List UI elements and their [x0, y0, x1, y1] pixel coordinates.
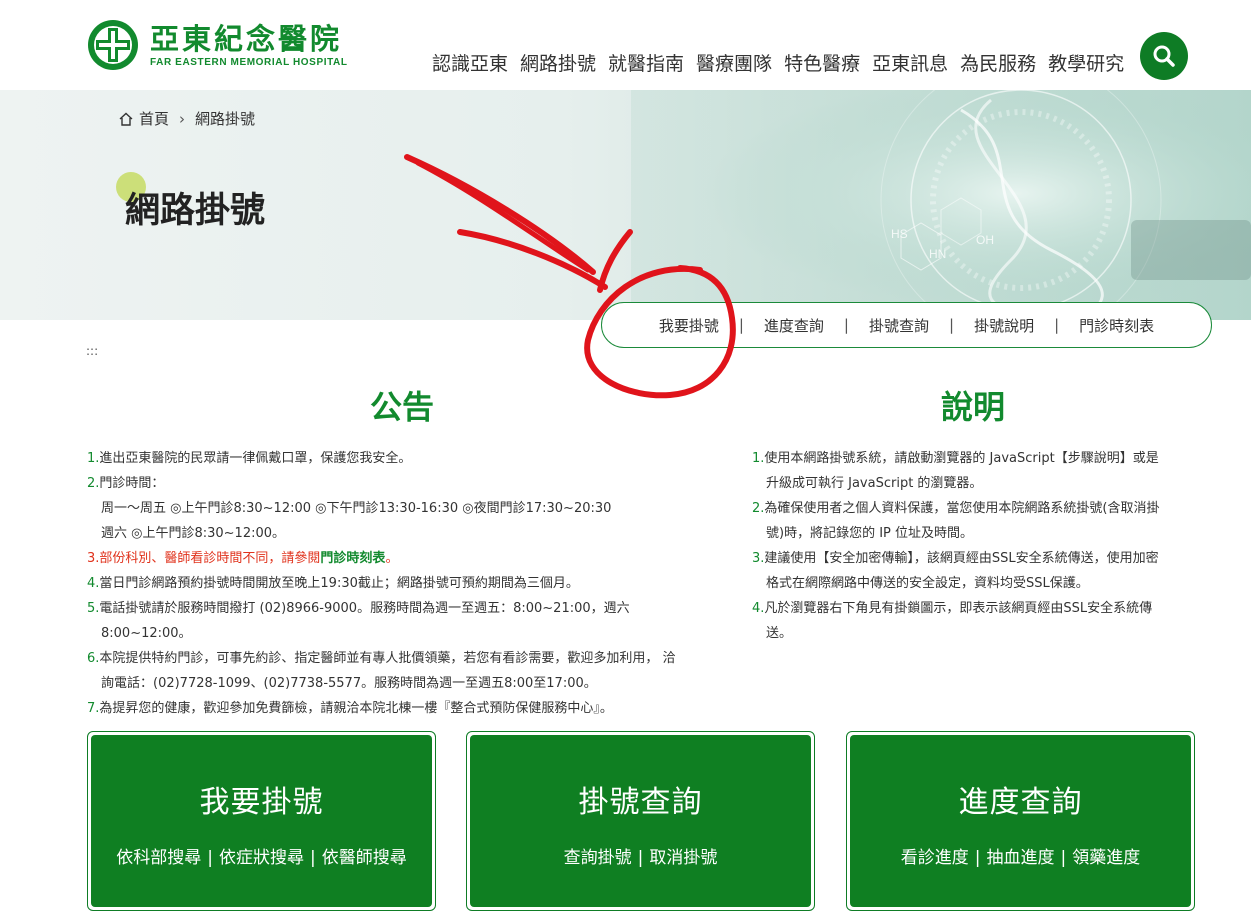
card-link-divider: | — [310, 848, 316, 868]
main-nav: 認識亞東 網路掛號 就醫指南 醫療團隊 特色醫療 亞東訊息 為民服務 教學研究 — [432, 50, 1136, 78]
announcement-title: 公告 — [369, 388, 434, 426]
subnav-make-appointment[interactable]: 我要掛號 — [639, 315, 739, 336]
logo-english-name: FAR EASTERN MEMORIAL HOSPITAL — [150, 57, 348, 68]
search-by-symptom-link[interactable]: 依症狀搜尋 — [219, 848, 304, 868]
nav-item-online-registration[interactable]: 網路掛號 — [520, 50, 596, 78]
query-registration-link[interactable]: 查詢掛號 — [564, 848, 632, 868]
search-icon — [1153, 45, 1175, 67]
page-banner: HS OH HN 首頁 › 網路掛號 網路掛號 — [0, 90, 1251, 320]
list-item: 7.為提昇您的健康，歡迎參加免費篩檢，請親洽本院北棟一樓『整合式預防保健服務中心… — [87, 701, 613, 716]
nav-item-public-service[interactable]: 為民服務 — [960, 50, 1036, 78]
breadcrumb-current: 網路掛號 — [195, 110, 256, 128]
accesskey-marker[interactable]: ::: — [86, 344, 98, 358]
home-icon — [119, 112, 133, 126]
card-link-divider: | — [207, 848, 213, 868]
page-title: 網路掛號 — [125, 191, 266, 231]
nav-item-featured-care[interactable]: 特色醫療 — [784, 50, 860, 78]
list-item: 6.本院提供特約門診，可事先約診、指定醫師並有專人批價領藥，若您有看診需要，歡迎… — [87, 651, 676, 691]
consultation-progress-link[interactable]: 看診進度 — [901, 848, 969, 868]
list-item: 5.電話掛號請於服務時間撥打 (02)8966-9000。服務時間為週一至週五：… — [87, 601, 630, 641]
list-item: 2.為確保使用者之個人資料保護，當您使用本院網路系統掛號(含取消掛 號)時，將記… — [752, 501, 1160, 541]
dna-molecule-banner-image: HS OH HN — [631, 90, 1251, 320]
svg-text:HN: HN — [929, 247, 946, 261]
card-registration-query[interactable]: 掛號查詢 查詢掛號 | 取消掛號 — [466, 731, 815, 911]
subnav-registration-query[interactable]: 掛號查詢 — [849, 315, 949, 336]
card-link-divider: | — [974, 848, 981, 868]
list-item: 1.使用本網路掛號系統，請啟動瀏覽器的 JavaScript【步驟說明】或是 升… — [752, 451, 1159, 491]
search-by-department-link[interactable]: 依科部搜尋 — [116, 848, 201, 868]
announcement-list: 1.進出亞東醫院的民眾請一律佩戴口罩，保護您我安全。 2.門診時間： 周一～周五… — [87, 446, 727, 721]
medication-pickup-progress-link[interactable]: 領藥進度 — [1072, 848, 1140, 868]
nav-item-medical-guide[interactable]: 就醫指南 — [608, 50, 684, 78]
card-make-appointment[interactable]: 我要掛號 依科部搜尋 | 依症狀搜尋 | 依醫師搜尋 — [87, 731, 436, 911]
site-header: 亞東紀念醫院 FAR EASTERN MEMORIAL HOSPITAL 認識亞… — [0, 0, 1251, 90]
cancel-registration-link[interactable]: 取消掛號 — [649, 848, 717, 868]
card-progress-query[interactable]: 進度查詢 看診進度 | 抽血進度 | 領藥進度 — [846, 731, 1195, 911]
card-title[interactable]: 進度查詢 — [850, 735, 1191, 821]
hospital-cross-logo-icon — [88, 20, 138, 70]
instructions-title: 說明 — [940, 388, 1005, 426]
card-title[interactable]: 掛號查詢 — [470, 735, 811, 821]
card-link-divider: | — [637, 848, 644, 868]
svg-text:OH: OH — [976, 233, 994, 247]
svg-text:HS: HS — [891, 227, 908, 241]
nav-item-teaching-research[interactable]: 教學研究 — [1048, 50, 1124, 78]
search-by-doctor-link[interactable]: 依醫師搜尋 — [322, 848, 407, 868]
breadcrumb-home[interactable]: 首頁 — [139, 108, 169, 129]
subnav-clinic-schedule[interactable]: 門診時刻表 — [1059, 315, 1174, 336]
blood-draw-progress-link[interactable]: 抽血進度 — [987, 848, 1055, 868]
nav-item-news[interactable]: 亞東訊息 — [872, 50, 948, 78]
list-item: 2.門診時間： 周一～周五 ◎上午門診8:30~12:00 ◎下午門診13:30… — [87, 476, 612, 541]
hospital-logo[interactable]: 亞東紀念醫院 FAR EASTERN MEMORIAL HOSPITAL — [86, 18, 348, 72]
instructions-list: 1.使用本網路掛號系統，請啟動瀏覽器的 JavaScript【步驟說明】或是 升… — [752, 446, 1212, 646]
list-item: 4.當日門診網路預約掛號時間開放至晚上19:30截止；網路掛號可預約期間為三個月… — [87, 576, 579, 591]
list-item: 3.建議使用【安全加密傳輸】，該網頁經由SSL安全系統傳送，使用加密 格式在網際… — [752, 551, 1159, 591]
nav-item-about[interactable]: 認識亞東 — [432, 50, 508, 78]
list-item: 1.進出亞東醫院的民眾請一律佩戴口罩，保護您我安全。 — [87, 451, 412, 466]
clinic-schedule-link[interactable]: 門診時刻表 — [320, 551, 385, 566]
card-title[interactable]: 我要掛號 — [91, 735, 432, 821]
card-link-divider: | — [1060, 848, 1067, 868]
subnav-registration-info[interactable]: 掛號說明 — [954, 315, 1054, 336]
registration-subnav: 我要掛號 | 進度查詢 | 掛號查詢 | 掛號說明 | 門診時刻表 — [601, 302, 1212, 348]
list-item: 3.部份科別、醫師看診時間不同，請參閱門診時刻表。 — [87, 551, 399, 566]
search-button[interactable] — [1140, 32, 1188, 80]
logo-chinese-name: 亞東紀念醫院 — [150, 22, 343, 56]
breadcrumb: 首頁 › 網路掛號 — [118, 108, 255, 129]
subnav-progress-query[interactable]: 進度查詢 — [744, 315, 844, 336]
breadcrumb-chevron-icon: › — [179, 109, 186, 128]
nav-item-medical-team[interactable]: 醫療團隊 — [696, 50, 772, 78]
list-item: 4.凡於瀏覽器右下角見有掛鎖圖示，即表示該網頁經由SSL安全系統傳 送。 — [752, 601, 1153, 641]
